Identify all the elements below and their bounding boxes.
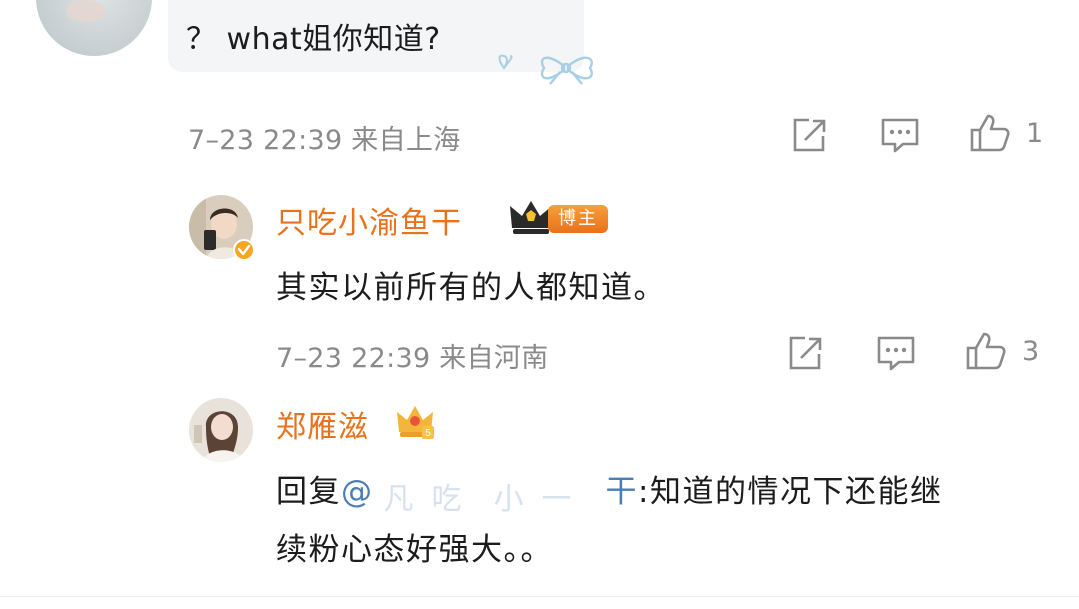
mention-end: 干: [605, 474, 638, 510]
divider: [0, 596, 1079, 597]
comment-meta: 7–23 22:39 来自上海: [188, 125, 461, 156]
like-count: 1: [1026, 118, 1044, 149]
comment-text: ？ what姐你知道?: [186, 22, 441, 57]
reply-prefix: 回复: [276, 474, 341, 510]
commenter-avatar[interactable]: [36, 0, 152, 56]
reply-text: 其实以前所有的人都知道。: [276, 270, 666, 306]
like-icon[interactable]: [964, 330, 1008, 372]
like-count: 3: [1022, 336, 1040, 367]
mention-at: @: [341, 474, 374, 510]
reply2-text-line1: 回复@ 凡吃小一干:知道的情况下还能继: [276, 466, 943, 517]
mention-blurred: 凡吃小一: [383, 482, 573, 517]
verified-icon: [233, 239, 255, 261]
comment-icon[interactable]: [879, 116, 921, 154]
svg-text:5: 5: [425, 428, 431, 439]
share-icon[interactable]: [789, 116, 829, 154]
blogger-badge: 博主: [548, 205, 608, 233]
replier-name[interactable]: 郑雁滋: [276, 402, 369, 446]
bow-decoration-icon: [498, 54, 593, 85]
mention-link[interactable]: @ 凡吃小一干: [341, 474, 638, 517]
reply-meta: 7–23 22:39 来自河南: [276, 343, 549, 374]
blogger-name[interactable]: 只吃小渝鱼干: [276, 198, 462, 242]
share-icon[interactable]: [785, 334, 825, 372]
like-icon[interactable]: [968, 112, 1012, 154]
replier-avatar[interactable]: [188, 397, 254, 463]
crown-icon: 5: [397, 406, 434, 439]
reply2-text-line2: 续粉心态好强大。。: [276, 532, 553, 568]
comment-icon[interactable]: [875, 334, 917, 372]
reply2-text-rest: :知道的情况下还能继: [638, 474, 943, 510]
